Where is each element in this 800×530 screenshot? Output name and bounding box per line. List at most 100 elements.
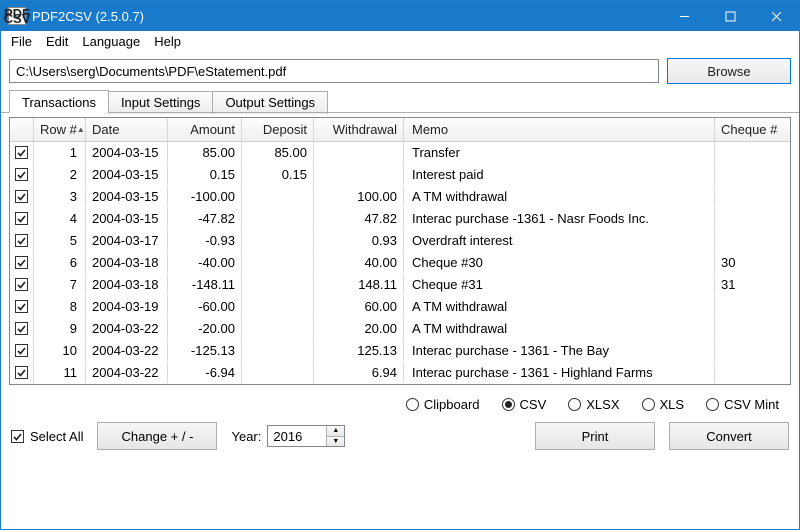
radio-csv[interactable]: CSV bbox=[502, 397, 547, 412]
row-checkbox[interactable] bbox=[10, 296, 34, 317]
col-deposit[interactable]: Deposit bbox=[242, 118, 314, 141]
cell-memo: Transfer bbox=[404, 142, 715, 163]
row-checkbox[interactable] bbox=[10, 142, 34, 163]
menubar: File Edit Language Help bbox=[1, 31, 799, 53]
cell-rownum: 11 bbox=[34, 362, 86, 383]
year-spinner[interactable]: ▲▼ bbox=[267, 425, 345, 447]
cell-memo: Cheque #30 bbox=[404, 252, 715, 273]
col-amount[interactable]: Amount bbox=[168, 118, 242, 141]
table-row[interactable]: 22004-03-150.150.15Interest paid bbox=[10, 164, 790, 186]
menu-language[interactable]: Language bbox=[76, 32, 146, 51]
col-cheque[interactable]: Cheque # bbox=[715, 118, 790, 141]
row-checkbox[interactable] bbox=[10, 208, 34, 229]
table-row[interactable]: 72004-03-18-148.11148.11Cheque #3131 bbox=[10, 274, 790, 296]
tab-input-settings[interactable]: Input Settings bbox=[108, 91, 214, 114]
cell-rownum: 8 bbox=[34, 296, 86, 317]
year-field[interactable] bbox=[268, 426, 326, 446]
cell-deposit bbox=[242, 186, 314, 207]
cell-withdrawal bbox=[314, 142, 404, 163]
menu-help[interactable]: Help bbox=[148, 32, 187, 51]
cell-deposit bbox=[242, 252, 314, 273]
cell-date: 2004-03-17 bbox=[86, 230, 168, 251]
bottom-bar: Select All Change + / - Year: ▲▼ Print C… bbox=[1, 418, 799, 460]
maximize-button[interactable] bbox=[707, 1, 753, 31]
menu-file[interactable]: File bbox=[5, 32, 38, 51]
cell-withdrawal: 6.94 bbox=[314, 362, 404, 383]
cell-withdrawal: 40.00 bbox=[314, 252, 404, 273]
table-row[interactable]: 102004-03-22-125.13125.13Interac purchas… bbox=[10, 340, 790, 362]
file-path-input[interactable] bbox=[9, 59, 659, 83]
app-icon: PDFCSV bbox=[8, 7, 26, 25]
table-row[interactable]: 32004-03-15-100.00100.00A TM withdrawal bbox=[10, 186, 790, 208]
cell-amount: 85.00 bbox=[168, 142, 242, 163]
cell-amount: -20.00 bbox=[168, 318, 242, 339]
spin-up[interactable]: ▲ bbox=[327, 426, 344, 437]
cell-cheque bbox=[715, 208, 790, 229]
cell-deposit bbox=[242, 340, 314, 361]
cell-cheque bbox=[715, 362, 790, 383]
cell-memo: Interest paid bbox=[404, 164, 715, 185]
tab-transactions[interactable]: Transactions bbox=[9, 90, 109, 113]
row-checkbox[interactable] bbox=[10, 274, 34, 295]
col-rownum[interactable]: Row #▲ bbox=[34, 118, 86, 141]
spin-down[interactable]: ▼ bbox=[327, 437, 344, 447]
cell-deposit: 85.00 bbox=[242, 142, 314, 163]
change-sign-button[interactable]: Change + / - bbox=[97, 422, 217, 450]
col-checkbox[interactable] bbox=[10, 118, 34, 141]
cell-amount: -148.11 bbox=[168, 274, 242, 295]
year-label: Year: bbox=[231, 429, 261, 444]
radio-csvmint[interactable]: CSV Mint bbox=[706, 397, 779, 412]
window-title: PDF2CSV (2.5.0.7) bbox=[32, 9, 144, 24]
cell-amount: 0.15 bbox=[168, 164, 242, 185]
cell-memo: Interac purchase - 1361 - Highland Farms bbox=[404, 362, 715, 383]
cell-cheque bbox=[715, 296, 790, 317]
table-row[interactable]: 52004-03-17-0.930.93Overdraft interest bbox=[10, 230, 790, 252]
cell-memo: Interac purchase - 1361 - The Bay bbox=[404, 340, 715, 361]
col-date[interactable]: Date bbox=[86, 118, 168, 141]
cell-cheque bbox=[715, 164, 790, 185]
convert-button[interactable]: Convert bbox=[669, 422, 789, 450]
cell-amount: -100.00 bbox=[168, 186, 242, 207]
close-button[interactable] bbox=[753, 1, 799, 31]
table-row[interactable]: 12004-03-1585.0085.00Transfer bbox=[10, 142, 790, 164]
table-row[interactable]: 62004-03-18-40.0040.00Cheque #3030 bbox=[10, 252, 790, 274]
menu-edit[interactable]: Edit bbox=[40, 32, 74, 51]
select-all-checkbox[interactable]: Select All bbox=[11, 429, 83, 444]
row-checkbox[interactable] bbox=[10, 164, 34, 185]
col-memo[interactable]: Memo bbox=[404, 118, 715, 141]
tab-output-settings[interactable]: Output Settings bbox=[212, 91, 328, 114]
row-checkbox[interactable] bbox=[10, 340, 34, 361]
table-row[interactable]: 92004-03-22-20.0020.00A TM withdrawal bbox=[10, 318, 790, 340]
print-button[interactable]: Print bbox=[535, 422, 655, 450]
cell-date: 2004-03-15 bbox=[86, 208, 168, 229]
cell-cheque: 31 bbox=[715, 274, 790, 295]
radio-xls[interactable]: XLS bbox=[642, 397, 685, 412]
cell-memo: Overdraft interest bbox=[404, 230, 715, 251]
row-checkbox[interactable] bbox=[10, 362, 34, 383]
col-withdrawal[interactable]: Withdrawal bbox=[314, 118, 404, 141]
cell-memo: Interac purchase -1361 - Nasr Foods Inc. bbox=[404, 208, 715, 229]
year-input-group: Year: ▲▼ bbox=[231, 425, 345, 447]
row-checkbox[interactable] bbox=[10, 230, 34, 251]
tabstrip: Transactions Input Settings Output Setti… bbox=[1, 90, 799, 113]
minimize-button[interactable] bbox=[661, 1, 707, 31]
row-checkbox[interactable] bbox=[10, 186, 34, 207]
cell-rownum: 3 bbox=[34, 186, 86, 207]
browse-button[interactable]: Browse bbox=[667, 58, 791, 84]
cell-deposit bbox=[242, 230, 314, 251]
cell-withdrawal: 0.93 bbox=[314, 230, 404, 251]
table-row[interactable]: 112004-03-22-6.946.94Interac purchase - … bbox=[10, 362, 790, 384]
titlebar[interactable]: PDFCSV PDF2CSV (2.5.0.7) bbox=[1, 1, 799, 31]
table-row[interactable]: 42004-03-15-47.8247.82Interac purchase -… bbox=[10, 208, 790, 230]
row-checkbox[interactable] bbox=[10, 252, 34, 273]
cell-rownum: 7 bbox=[34, 274, 86, 295]
cell-amount: -0.93 bbox=[168, 230, 242, 251]
row-checkbox[interactable] bbox=[10, 318, 34, 339]
cell-deposit bbox=[242, 296, 314, 317]
cell-cheque bbox=[715, 230, 790, 251]
radio-clipboard[interactable]: Clipboard bbox=[406, 397, 480, 412]
cell-date: 2004-03-19 bbox=[86, 296, 168, 317]
radio-xlsx[interactable]: XLSX bbox=[568, 397, 619, 412]
cell-amount: -40.00 bbox=[168, 252, 242, 273]
table-row[interactable]: 82004-03-19-60.0060.00A TM withdrawal bbox=[10, 296, 790, 318]
